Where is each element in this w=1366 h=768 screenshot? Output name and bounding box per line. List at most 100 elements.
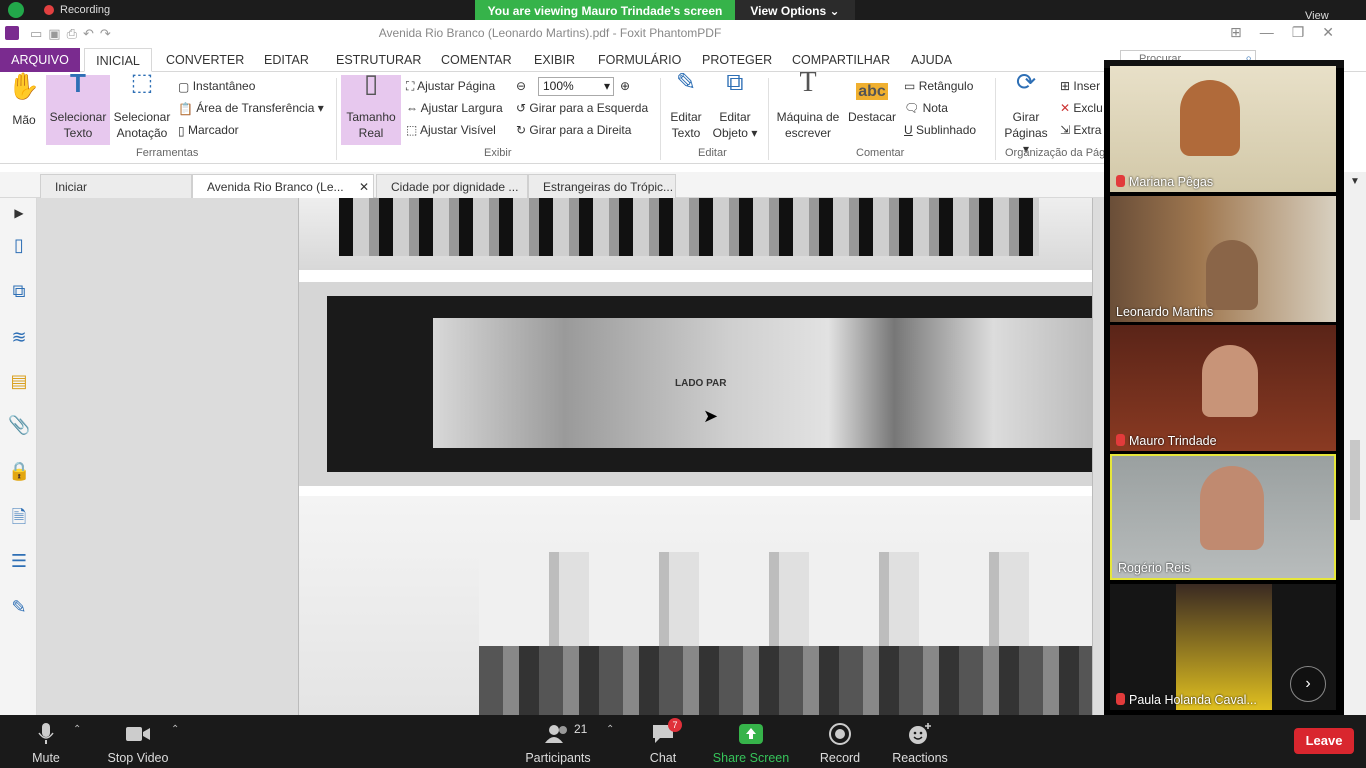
stop-video-button[interactable]: Stop Video xyxy=(104,723,172,765)
underline-icon: U xyxy=(904,123,913,137)
edit-text-button[interactable]: ✎ Editar Texto xyxy=(665,69,707,141)
rotate-right-button[interactable]: ↻ Girar para a Direita xyxy=(516,119,631,141)
edit-text-icon: ✎ xyxy=(675,69,697,96)
participants-icon xyxy=(545,725,567,743)
view-options-button[interactable]: View Options ⌄ xyxy=(735,0,855,22)
pdf-page[interactable]: LADO PAR ➤ xyxy=(298,198,1093,715)
select-annotation-button[interactable]: ⬚ Selecionar Anotação xyxy=(112,71,172,141)
extract-pages-button[interactable]: ⇲ Extra xyxy=(1060,119,1101,141)
expand-panel-icon[interactable]: ▶ xyxy=(8,202,30,224)
zoom-select[interactable]: 100% ▾ xyxy=(538,77,614,96)
recording-dot-icon xyxy=(44,5,54,15)
record-label: Record xyxy=(819,751,861,765)
security-shield-icon[interactable] xyxy=(8,2,24,18)
ribbon-display-icon[interactable]: ⊞ xyxy=(1230,24,1260,40)
typewriter-button[interactable]: T Máquina de escrever xyxy=(774,69,842,141)
record-icon xyxy=(829,723,851,745)
video-tile-mauro[interactable]: Mauro Trindade xyxy=(1110,325,1336,451)
form-fields-icon[interactable]: ☰ xyxy=(8,550,30,572)
security-lock-icon[interactable]: 🔒 xyxy=(8,460,30,482)
participant-video xyxy=(1206,240,1258,310)
mute-button[interactable]: Mute xyxy=(20,723,72,765)
underline-button[interactable]: U Sublinhado xyxy=(904,119,976,141)
participants-label: Participants xyxy=(525,751,591,765)
participant-name: Mauro Trindade xyxy=(1116,434,1217,448)
pages-icon[interactable]: ⧉ xyxy=(8,280,30,302)
chat-label: Chat xyxy=(649,751,677,765)
tab-formulario[interactable]: FORMULÁRIO xyxy=(590,48,689,72)
zoom-in-icon[interactable]: ⊕ xyxy=(620,75,630,97)
edit-object-button[interactable]: ⧉ Editar Objeto ▾ xyxy=(710,69,760,141)
delete-pages-button[interactable]: ✕ Exclu xyxy=(1060,97,1103,119)
maximize-icon[interactable]: ❐ xyxy=(1292,24,1323,40)
tab-ajuda[interactable]: AJUDA xyxy=(903,48,960,72)
muted-mic-icon xyxy=(1116,693,1125,705)
video-tile-rogerio-active-speaker[interactable]: Rogério Reis xyxy=(1110,454,1336,580)
highlight-button[interactable]: abc Destacar xyxy=(846,75,898,125)
vertical-scrollbar[interactable]: ▼ xyxy=(1344,172,1366,715)
tab-comentar[interactable]: COMENTAR xyxy=(433,48,520,72)
insert-pages-button[interactable]: ⊞ Inser xyxy=(1060,75,1100,97)
delete-icon: ✕ xyxy=(1060,101,1071,115)
chevron-down-icon[interactable]: ▼ xyxy=(1350,176,1360,187)
muted-mic-icon xyxy=(1116,175,1125,187)
tab-converter[interactable]: CONVERTER xyxy=(158,48,252,72)
tab-estruturar[interactable]: ESTRUTURAR xyxy=(328,48,429,72)
rotate-left-label: Girar para a Esquerda xyxy=(529,101,649,115)
fit-width-button[interactable]: ⇔ Ajustar Largura xyxy=(406,97,503,119)
page-thumbnails-icon[interactable]: ▯ xyxy=(8,234,30,256)
fit-page-label: Ajustar Página xyxy=(417,79,496,93)
tab-editar[interactable]: EDITAR xyxy=(256,48,317,72)
rotate-pages-icon: ⟳ xyxy=(1015,69,1037,96)
doc-tab-iniciar[interactable]: Iniciar xyxy=(40,174,192,198)
fit-visible-button[interactable]: ⬚ Ajustar Visível xyxy=(406,119,496,141)
record-button[interactable]: Record xyxy=(814,723,866,765)
group-label-pages: Organização da Pági xyxy=(1005,147,1108,159)
chevron-up-icon[interactable]: ⌃ xyxy=(171,724,179,735)
doc-tab-cidade-por-dignidade[interactable]: Cidade por dignidade ... xyxy=(376,174,528,198)
leave-meeting-button[interactable]: Leave xyxy=(1294,728,1354,754)
zoom-out-icon[interactable]: ⊖ xyxy=(516,75,526,97)
ribbon-panel: ✋ Mão T Selecionar Texto ⬚ Selecionar An… xyxy=(0,69,1108,164)
actual-size-label-2: Real xyxy=(358,126,384,140)
tab-arquivo[interactable]: ARQUIVO xyxy=(0,48,80,72)
participant-video xyxy=(1180,80,1240,156)
select-annotation-label-1: Selecionar xyxy=(113,110,171,124)
bookmark-button[interactable]: ▯ Marcador xyxy=(178,119,239,141)
rotate-pages-button[interactable]: ⟳ Girar Páginas ▾ xyxy=(1000,69,1052,157)
select-text-button[interactable]: T Selecionar Texto xyxy=(46,70,110,145)
close-icon[interactable]: ✕ xyxy=(1322,24,1352,40)
fit-page-button[interactable]: ⛶ Ajustar Página xyxy=(406,75,495,97)
doc-tab-avenida-rio-branco[interactable]: Avenida Rio Branco (Le... ✕ xyxy=(192,174,374,198)
clipboard-button[interactable]: 📋 Área de Transferência ▾ xyxy=(178,97,324,119)
snapshot-button[interactable]: ▢ Instantâneo xyxy=(178,75,255,97)
video-camera-icon xyxy=(126,727,150,741)
close-tab-icon[interactable]: ✕ xyxy=(359,175,369,198)
scroll-thumb[interactable] xyxy=(1350,440,1360,520)
hand-tool-button[interactable]: ✋ Mão xyxy=(6,73,42,128)
ribbon-separator xyxy=(660,78,661,160)
rotate-pages-label-2: Páginas xyxy=(1004,126,1048,140)
doc-tab-estrangeiras-do-tropico[interactable]: Estrangeiras do Trópic... xyxy=(528,174,676,198)
tools-icon[interactable]: ✎ xyxy=(8,596,30,618)
tab-exibir[interactable]: EXIBIR xyxy=(526,48,583,72)
rectangle-button[interactable]: ▭ Retângulo xyxy=(904,75,973,97)
minimize-icon[interactable]: — xyxy=(1260,24,1292,40)
share-screen-button[interactable]: Share Screen xyxy=(712,723,790,765)
comments-icon[interactable]: ▤ xyxy=(8,370,30,392)
chevron-up-icon[interactable]: ⌃ xyxy=(73,724,81,735)
layers-icon[interactable]: ≋ xyxy=(8,326,30,348)
note-button[interactable]: 🗨 Nota xyxy=(904,97,948,119)
signatures-icon[interactable]: 🗎 xyxy=(8,506,30,528)
actual-size-button[interactable]: ▯ Tamanho Real xyxy=(341,70,401,145)
next-page-chevron-icon[interactable]: › xyxy=(1290,666,1326,702)
chevron-up-icon[interactable]: ⌃ xyxy=(606,724,614,735)
dropdown-arrow-icon: ▾ xyxy=(751,126,758,140)
video-tile-paula[interactable]: Paula Holanda Caval... › xyxy=(1110,584,1336,710)
video-tile-leonardo[interactable]: Leonardo Martins xyxy=(1110,196,1336,322)
reactions-button[interactable]: Reactions xyxy=(888,723,952,765)
video-tile-mariana[interactable]: Mariana Pêgas xyxy=(1110,66,1336,192)
rotate-left-button[interactable]: ↺ Girar para a Esquerda xyxy=(516,97,648,119)
attachments-icon[interactable]: 📎 xyxy=(8,414,30,436)
edit-object-icon: ⧉ xyxy=(726,69,744,96)
